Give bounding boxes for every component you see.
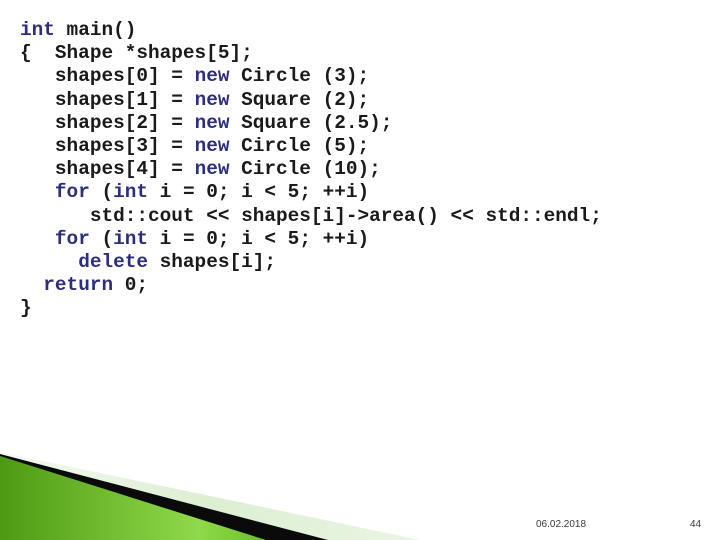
code-text: shapes[1] = — [54, 88, 195, 111]
code-line: shapes[0] = new Circle (3); — [20, 65, 602, 88]
black-band — [0, 454, 328, 540]
code-line: return 0; — [20, 274, 602, 297]
code-text: Circle (3); — [229, 65, 370, 88]
slide: int main(){ Shape *shapes[5]; shapes[0] … — [0, 0, 720, 540]
code-line: delete shapes[i]; — [20, 251, 602, 274]
code-line: } — [20, 297, 602, 320]
code-keyword: delete — [78, 250, 149, 273]
code-keyword: new — [194, 158, 230, 181]
code-text: i = 0; i < 5; ++i) — [148, 227, 370, 250]
code-text: shapes[3] = — [54, 134, 195, 157]
code-keyword: for — [54, 181, 90, 204]
code-line: for (int i = 0; i < 5; ++i) — [20, 228, 602, 251]
code-line: int main() — [20, 19, 602, 42]
code-text: 0; — [113, 274, 149, 297]
code-keyword: new — [194, 65, 230, 88]
code-line: shapes[1] = new Square (2); — [20, 89, 602, 112]
code-line: shapes[4] = new Circle (10); — [20, 158, 602, 181]
code-keyword: return — [43, 274, 114, 297]
code-keyword: int — [113, 227, 149, 250]
code-text: Circle (5); — [229, 134, 370, 157]
code-text: ( — [89, 227, 114, 250]
code-text: shapes[0] = — [54, 65, 195, 88]
code-line: shapes[3] = new Circle (5); — [20, 135, 602, 158]
green-triangle — [0, 456, 266, 540]
code-text: std::cout << shapes[i]->area() << std::e… — [89, 204, 602, 227]
code-text: Square (2); — [229, 88, 370, 111]
code-text: { Shape *shapes[5]; — [20, 42, 253, 65]
code-text: Circle (10); — [229, 158, 381, 181]
code-text: i = 0; i < 5; ++i) — [148, 181, 370, 204]
code-line: { Shape *shapes[5]; — [20, 42, 602, 65]
code-keyword: for — [54, 227, 90, 250]
code-text: ( — [89, 181, 114, 204]
code-line: std::cout << shapes[i]->area() << std::e… — [20, 205, 602, 228]
code-line: for (int i = 0; i < 5; ++i) — [20, 181, 602, 204]
code-keyword: int — [20, 19, 55, 41]
code-text: shapes[i]; — [148, 250, 277, 273]
code-keyword: new — [194, 111, 230, 134]
code-text: } — [20, 297, 32, 320]
code-keyword: new — [194, 134, 230, 157]
code-line: shapes[2] = new Square (2.5); — [20, 112, 602, 135]
footer-date: 06.02.2018 — [536, 519, 587, 530]
code-keyword: new — [194, 88, 230, 111]
slide-number: 44 — [690, 519, 702, 530]
pale-green-band — [0, 452, 420, 540]
code-text: Square (2.5); — [229, 111, 393, 134]
code-text: shapes[2] = — [54, 111, 195, 134]
code-text: shapes[4] = — [54, 158, 195, 181]
code-text: main() — [54, 19, 137, 41]
code-block: int main(){ Shape *shapes[5]; shapes[0] … — [20, 19, 602, 320]
code-keyword: int — [113, 181, 149, 204]
